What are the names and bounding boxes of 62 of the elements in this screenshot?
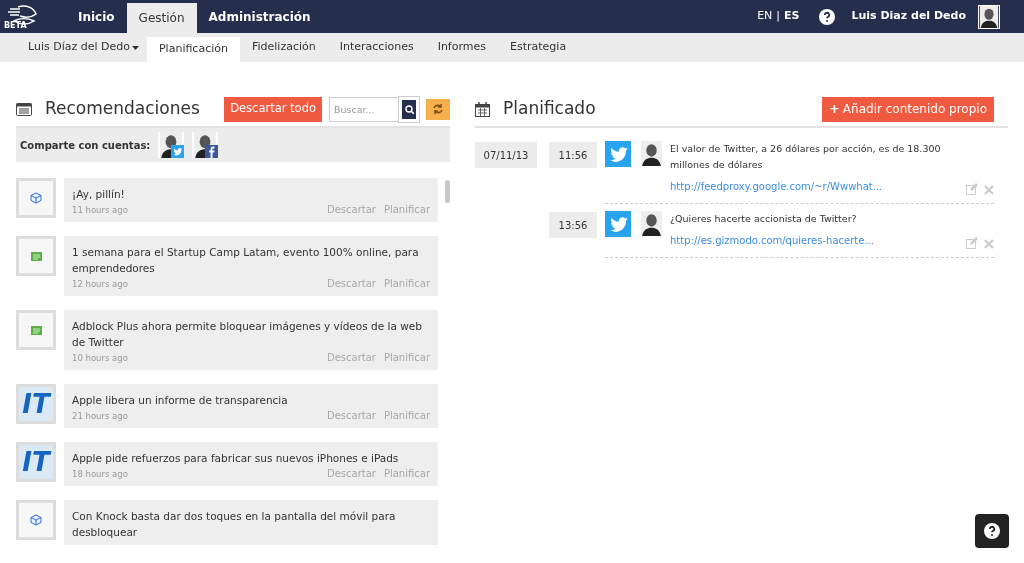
avatar-icon xyxy=(639,141,664,166)
twitter-bird-icon xyxy=(171,145,185,158)
cube-icon xyxy=(30,514,42,526)
refresh-button[interactable] xyxy=(426,98,450,120)
logo-letters: IT xyxy=(22,449,50,475)
nav-tab[interactable]: Gestión xyxy=(126,3,197,33)
sub-nav-tab[interactable]: Planificación xyxy=(147,37,240,62)
post-link[interactable]: http://feedproxy.google.com/~r/Wwwhat... xyxy=(670,181,883,192)
language-separator: | xyxy=(776,8,781,25)
twitter-bird-icon xyxy=(605,211,631,237)
sub-nav-tab[interactable]: Estrategia xyxy=(498,33,579,62)
sub-nav-tab[interactable]: Interacciones xyxy=(327,33,426,62)
sub-nav-tab[interactable]: Fidelización xyxy=(239,33,328,62)
help-icon[interactable] xyxy=(819,8,836,25)
logo-label: BETA xyxy=(4,22,27,30)
post-link[interactable]: http://es.gizmodo.com/quieres-hacerte... xyxy=(670,235,874,246)
book-icon xyxy=(30,325,42,335)
time-label: 13:56 xyxy=(549,212,597,238)
section-title: Planificado xyxy=(503,97,597,121)
recommendation-title[interactable]: Adblock Plus ahora permite bloquear imágenes y vídeos de la web de Twitter xyxy=(72,318,430,350)
nav-tab[interactable]: Administración xyxy=(196,0,323,33)
time-ago: 10 hours ago xyxy=(72,352,129,365)
user-name[interactable]: Luis Diaz del Dedo xyxy=(851,8,966,25)
time-ago: 11 hours ago xyxy=(72,204,129,217)
nav-tab[interactable]: Inicio xyxy=(66,0,127,33)
search-field[interactable]: Buscar... xyxy=(329,96,399,122)
recommendation-title[interactable]: Apple pide refuerzos para fabricar sus nuevos iPhones e iPads xyxy=(72,450,430,466)
logo-letters: IT xyxy=(22,391,50,417)
share-label: Comparte con cuentas: xyxy=(20,138,151,153)
time-label: 11:56 xyxy=(549,142,597,168)
account-avatar[interactable] xyxy=(192,132,219,158)
recommendation-title[interactable]: Apple libera un informe de transparencia xyxy=(72,392,430,408)
account-dropdown[interactable]: Luis Díaz del Dedo xyxy=(20,33,147,62)
list-icon xyxy=(16,102,32,116)
refresh-icon xyxy=(432,103,444,115)
time-ago: 18 hours ago xyxy=(72,468,129,481)
twitter-bird-icon xyxy=(605,141,631,167)
date-label: 07/11/13 xyxy=(475,142,537,168)
language-link[interactable]: ES xyxy=(784,8,800,25)
post-text: ¿Quieres hacerte accionista de Twitter? xyxy=(670,212,858,226)
post-text: El valor de Twitter, a 26 dólares por acción, es de 18.300 millones de dólares xyxy=(670,142,942,172)
logo[interactable]: BETA xyxy=(0,0,66,33)
facebook-f-icon xyxy=(205,145,219,158)
search-icon[interactable] xyxy=(404,104,414,114)
time-ago: 21 hours ago xyxy=(72,410,129,423)
section-title: Recomendaciones xyxy=(45,97,201,121)
time-ago: 12 hours ago xyxy=(72,278,129,291)
calendar-icon xyxy=(475,101,490,117)
help-button[interactable] xyxy=(975,514,1009,548)
recommendation-title[interactable]: 1 semana para el Startup Camp Latam, evento 100% online, para emprendedores xyxy=(72,244,430,276)
book-icon xyxy=(30,251,42,261)
cube-icon xyxy=(30,192,42,204)
help-icon xyxy=(984,523,1000,539)
recommendation-title[interactable]: Con Knock basta dar dos toques en la pantalla del móvil para desbloquear xyxy=(72,508,430,540)
avatar-icon xyxy=(979,5,999,28)
caret-icon xyxy=(132,45,139,50)
scrollbar-thumb[interactable] xyxy=(445,180,450,203)
account-avatar[interactable] xyxy=(158,132,185,158)
sub-nav-tab[interactable]: Informes xyxy=(425,33,499,62)
language-link[interactable]: EN xyxy=(757,8,773,25)
recommendation-title[interactable]: ¡Ay, pillín! xyxy=(72,186,430,202)
avatar-icon xyxy=(639,211,664,236)
